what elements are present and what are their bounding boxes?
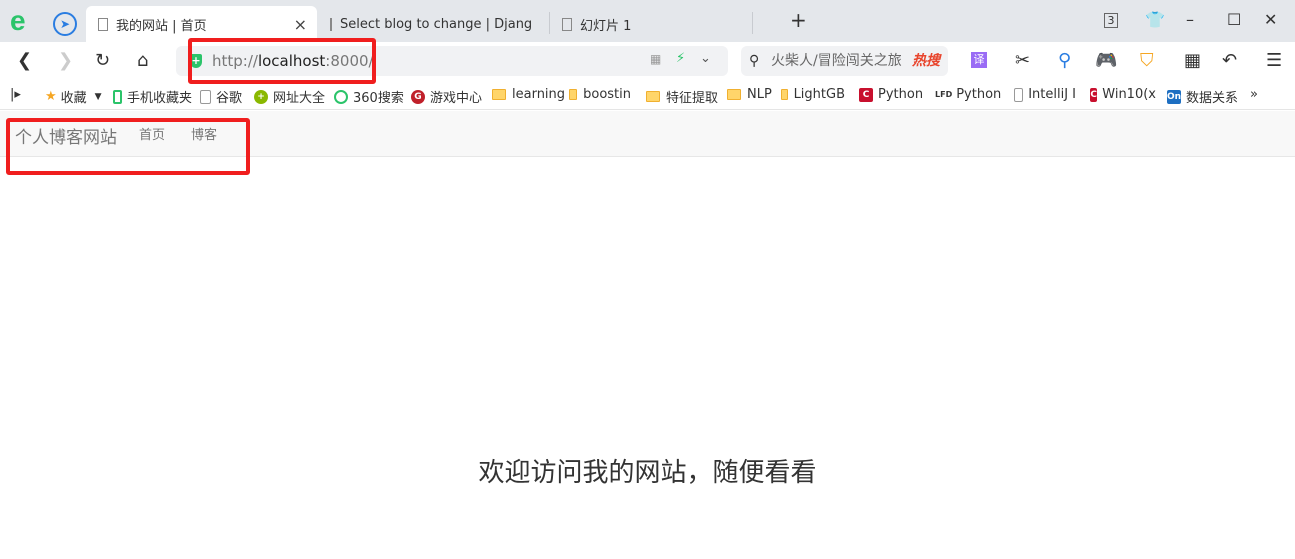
- bookmark-folder[interactable]: learning: [492, 87, 565, 102]
- bookmark-item[interactable]: G 游戏中心: [411, 87, 482, 106]
- bookmark-item[interactable]: On 数据关系: [1167, 87, 1237, 106]
- tab-django[interactable]: Select blog to change | Djang: [318, 6, 536, 42]
- skin-icon[interactable]: 👕: [1145, 10, 1165, 29]
- bookmark-item[interactable]: 手机收藏夹: [113, 87, 192, 106]
- undo-icon[interactable]: ↶: [1222, 50, 1237, 71]
- maximize-button[interactable]: ☐: [1227, 10, 1241, 29]
- reload-button[interactable]: ↻: [95, 50, 110, 71]
- tab-count-badge[interactable]: 3: [1104, 13, 1118, 28]
- bookmarks-bar: |▸ ★ 收藏 ▼ 手机收藏夹 谷歌 + 网址大全 360搜索 G 游戏中心 learn…: [0, 80, 1295, 110]
- search-icon: ⚲: [749, 53, 760, 69]
- bookmark-favorites[interactable]: ★ 收藏 ▼: [45, 87, 102, 106]
- navigate-icon[interactable]: ➤: [53, 12, 77, 36]
- search-input[interactable]: ⚲ 火柴人/冒险闯关之旅 热搜: [741, 46, 948, 76]
- bookmark-item[interactable]: LFD Python: [935, 87, 1001, 102]
- tab-label: 我的网站 | 首页: [116, 18, 207, 34]
- tab-label: 幻灯片 1: [580, 18, 632, 34]
- bookmark-item[interactable]: IntelliJ I: [1014, 87, 1076, 102]
- bookmark-folder[interactable]: boostin: [569, 87, 631, 102]
- bookmark-item[interactable]: + 网址大全: [254, 87, 325, 106]
- close-tab-icon[interactable]: ×: [294, 15, 307, 34]
- tab-slides[interactable]: 幻灯片 1: [550, 6, 750, 42]
- forward-button[interactable]: ❯: [58, 50, 73, 71]
- game-icon[interactable]: 🎮: [1095, 50, 1117, 71]
- chevron-down-icon[interactable]: ⌄: [700, 51, 711, 66]
- new-tab-button[interactable]: +: [790, 8, 807, 32]
- bookmark-folder[interactable]: NLP: [727, 87, 772, 102]
- bookmark-folder[interactable]: 特征提取: [646, 87, 718, 106]
- menu-icon[interactable]: ☰: [1266, 50, 1282, 71]
- sidebar-toggle-icon[interactable]: |▸: [10, 87, 21, 102]
- bookmark-item[interactable]: 谷歌: [200, 87, 242, 106]
- speed-icon[interactable]: ⚡: [676, 51, 685, 66]
- minimize-button[interactable]: –: [1186, 10, 1194, 29]
- qr-code-icon[interactable]: ▦: [650, 52, 661, 66]
- hot-search-label[interactable]: 热搜: [912, 46, 940, 76]
- scissors-icon[interactable]: ✂: [1015, 50, 1030, 71]
- bookmark-folder[interactable]: LightGB: [781, 87, 845, 102]
- tab-bar: e ➤ 我的网站 | 首页 × Select blog to change | D…: [0, 0, 1295, 42]
- close-window-button[interactable]: ✕: [1264, 10, 1277, 29]
- page-icon: [562, 17, 572, 31]
- back-button[interactable]: ❮: [17, 50, 32, 71]
- page-icon: [98, 17, 108, 31]
- page-icon: [330, 17, 332, 31]
- translate-icon[interactable]: 译: [971, 52, 987, 68]
- url-highlight-box: [188, 38, 376, 84]
- navbar-highlight-box: [6, 118, 250, 175]
- browser-logo-icon: e: [10, 5, 26, 36]
- apps-grid-icon[interactable]: ▦: [1184, 50, 1201, 71]
- more-bookmarks-button[interactable]: »: [1250, 87, 1258, 102]
- wallet-shield-icon[interactable]: ⛉: [1140, 50, 1154, 71]
- tab-label: Select blog to change | Djang: [340, 16, 533, 32]
- home-button[interactable]: ⌂: [137, 50, 148, 71]
- tab-home[interactable]: 我的网站 | 首页 ×: [86, 6, 317, 42]
- bookmark-item[interactable]: 360搜索: [334, 87, 404, 106]
- welcome-text: 欢迎访问我的网站，随便看看: [478, 458, 817, 488]
- magnifier-icon[interactable]: ⚲: [1058, 50, 1071, 71]
- bookmark-item[interactable]: C Python: [859, 87, 923, 102]
- bookmark-item[interactable]: C Win10(x: [1090, 87, 1156, 102]
